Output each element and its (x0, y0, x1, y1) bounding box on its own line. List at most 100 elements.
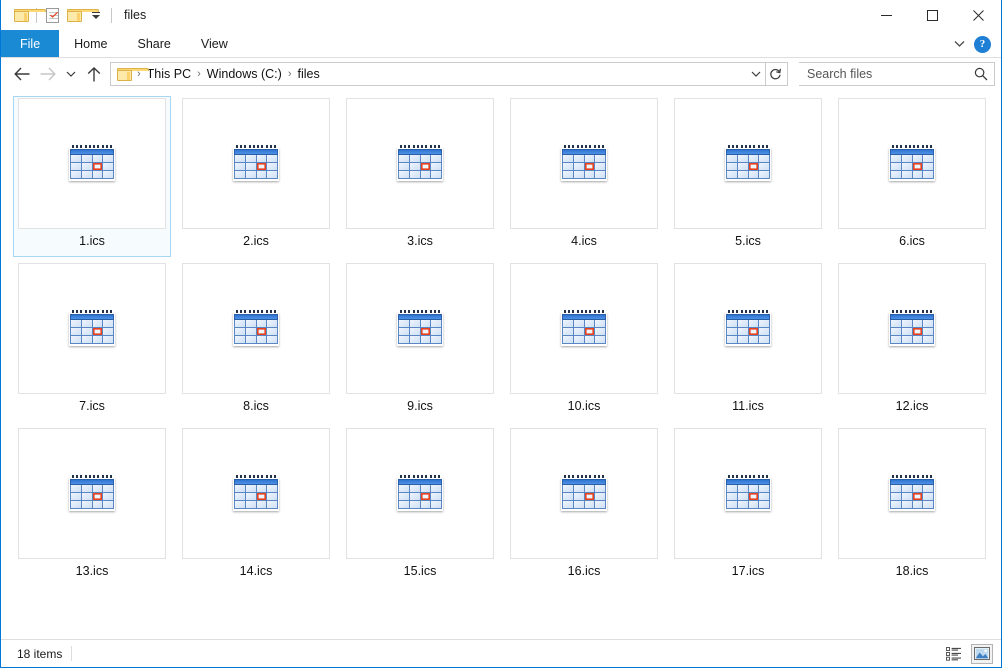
ribbon-tab-bar: File Home Share View ? (1, 30, 1001, 58)
breadcrumb-item-windows-c[interactable]: Windows (C:) (204, 67, 285, 81)
file-thumbnail[interactable] (838, 263, 986, 394)
large-icons-view-button[interactable] (971, 643, 993, 664)
search-box[interactable]: Search files (799, 62, 995, 86)
calendar-file-icon (69, 144, 115, 183)
file-thumbnail[interactable] (674, 428, 822, 559)
breadcrumb-item-this-pc[interactable]: This PC (144, 67, 194, 81)
breadcrumb-item-files[interactable]: files (294, 67, 322, 81)
file-thumbnail[interactable] (18, 263, 166, 394)
calendar-grid (562, 484, 606, 509)
file-tile[interactable]: 2.ics (177, 96, 335, 257)
file-thumbnail[interactable] (510, 98, 658, 229)
file-list-view[interactable]: 1.ics 2.ics 3.ics 4.ics 5.ics 6.ics 7.ics 8.ics… (1, 90, 1001, 639)
calendar-file-icon (397, 144, 443, 183)
calendar-file-icon (69, 309, 115, 348)
calendar-file-icon (561, 309, 607, 348)
calendar-file-icon (397, 474, 443, 513)
expand-ribbon-chevron-down-icon[interactable] (951, 36, 967, 52)
properties-icon[interactable] (41, 4, 63, 26)
file-thumbnail[interactable] (182, 98, 330, 229)
file-name-label: 14.ics (239, 564, 273, 578)
calendar-grid (234, 319, 278, 344)
help-icon[interactable]: ? (974, 35, 991, 53)
up-button[interactable] (81, 61, 107, 87)
forward-button[interactable] (35, 61, 61, 87)
window-controls (863, 0, 1001, 30)
address-dropdown-chevron-down-icon[interactable] (747, 63, 765, 85)
recent-locations-button[interactable] (61, 61, 81, 87)
file-tile[interactable]: 15.ics (341, 426, 499, 587)
calendar-grid (726, 484, 770, 509)
file-thumbnail[interactable] (510, 428, 658, 559)
file-tile[interactable]: 17.ics (669, 426, 827, 587)
breadcrumb-separator-1[interactable]: › (194, 68, 204, 80)
calendar-file-icon (725, 144, 771, 183)
file-tile[interactable]: 6.ics (833, 96, 991, 257)
file-thumbnail[interactable] (510, 263, 658, 394)
file-name-label: 13.ics (75, 564, 109, 578)
file-thumbnail[interactable] (18, 428, 166, 559)
breadcrumb-separator-2[interactable]: › (285, 68, 295, 80)
file-tile[interactable]: 9.ics (341, 261, 499, 422)
file-thumbnail[interactable] (674, 263, 822, 394)
file-name-label: 3.ics (407, 234, 433, 248)
file-tile[interactable]: 1.ics (13, 96, 171, 257)
window-title: files (124, 8, 147, 22)
file-thumbnail[interactable] (838, 98, 986, 229)
folder-icon[interactable] (10, 4, 46, 26)
calendar-file-icon (725, 474, 771, 513)
breadcrumb-folder-icon[interactable] (116, 67, 149, 81)
file-tile[interactable]: 16.ics (505, 426, 663, 587)
search-input[interactable]: Search files (807, 67, 974, 81)
calendar-grid (890, 319, 934, 344)
refresh-icon[interactable] (766, 63, 784, 85)
file-name-label: 15.ics (403, 564, 437, 578)
quick-access-toolbar (1, 0, 116, 30)
file-name-label: 4.ics (571, 234, 597, 248)
file-tile[interactable]: 13.ics (13, 426, 171, 587)
file-thumbnail[interactable] (18, 98, 166, 229)
calendar-grid (398, 154, 442, 179)
view-mode-buttons (943, 643, 993, 664)
file-thumbnail[interactable] (346, 98, 494, 229)
minimize-button[interactable] (863, 0, 909, 30)
details-view-button[interactable] (943, 644, 965, 664)
file-tile[interactable]: 3.ics (341, 96, 499, 257)
calendar-grid (234, 484, 278, 509)
close-button[interactable] (955, 0, 1001, 30)
file-name-label: 10.ics (567, 399, 601, 413)
tab-file[interactable]: File (1, 30, 60, 57)
calendar-grid (70, 154, 114, 179)
file-tile[interactable]: 5.ics (669, 96, 827, 257)
breadcrumb-bar[interactable]: › This PC › Windows (C:) › files (110, 62, 788, 86)
search-icon[interactable] (974, 67, 988, 81)
file-thumbnail[interactable] (346, 263, 494, 394)
customize-chevron-icon[interactable] (85, 4, 107, 26)
file-tile[interactable]: 10.ics (505, 261, 663, 422)
file-tile[interactable]: 14.ics (177, 426, 335, 587)
file-tile[interactable]: 12.ics (833, 261, 991, 422)
tab-share[interactable]: Share (123, 30, 186, 57)
file-tile[interactable]: 4.ics (505, 96, 663, 257)
file-thumbnail[interactable] (182, 263, 330, 394)
file-tile[interactable]: 8.ics (177, 261, 335, 422)
calendar-grid (398, 319, 442, 344)
calendar-grid (398, 484, 442, 509)
tab-view[interactable]: View (186, 30, 243, 57)
file-tile[interactable]: 11.ics (669, 261, 827, 422)
calendar-file-icon (889, 309, 935, 348)
file-name-label: 1.ics (79, 234, 105, 248)
back-button[interactable] (9, 61, 35, 87)
file-explorer-window: files File Home Share View ? › This PC ›… (0, 0, 1002, 668)
file-thumbnail[interactable] (838, 428, 986, 559)
file-thumbnail[interactable] (674, 98, 822, 229)
file-thumbnail[interactable] (182, 428, 330, 559)
file-tile[interactable]: 18.ics (833, 426, 991, 587)
new-folder-icon[interactable] (63, 4, 99, 26)
tab-home[interactable]: Home (59, 30, 122, 57)
calendar-file-icon (233, 144, 279, 183)
file-tile[interactable]: 7.ics (13, 261, 171, 422)
maximize-button[interactable] (909, 0, 955, 30)
file-name-label: 12.ics (895, 399, 929, 413)
file-thumbnail[interactable] (346, 428, 494, 559)
